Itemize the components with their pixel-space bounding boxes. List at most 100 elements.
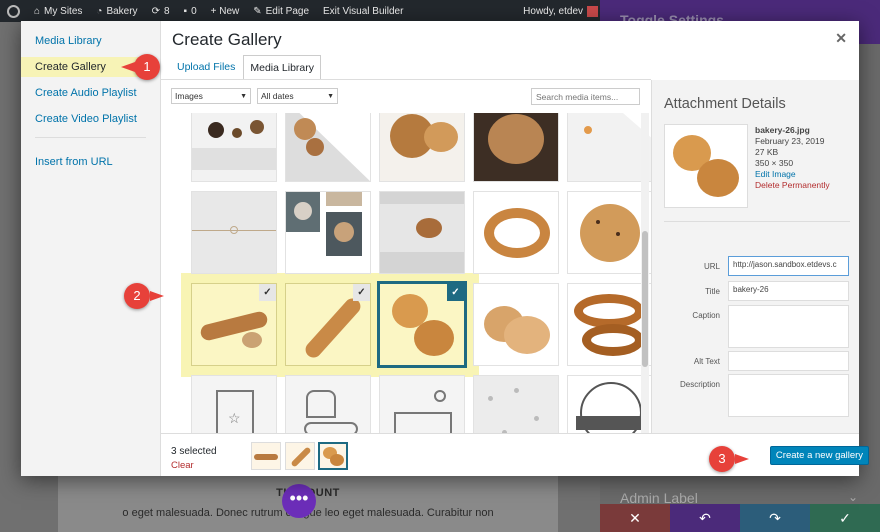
attachment-thumbnail[interactable] — [191, 191, 277, 274]
attachment-filters: Images ▼ All dates ▼ — [171, 88, 338, 104]
more-options-button[interactable]: ••• — [282, 484, 316, 518]
date-filter[interactable]: All dates ▼ — [257, 88, 338, 104]
selection-count: 3 selected — [171, 446, 217, 457]
description-field[interactable] — [728, 374, 849, 417]
details-separator — [664, 221, 850, 222]
menu-item-create-audio-playlist[interactable]: Create Audio Playlist — [21, 83, 160, 103]
updates-menu[interactable]: ⟳ 8 — [145, 0, 177, 22]
pencil-icon: ✎ — [253, 5, 262, 17]
attachment-thumbnail[interactable] — [567, 113, 651, 182]
url-label: URL — [703, 262, 720, 271]
attachment-thumbnail[interactable] — [567, 375, 651, 433]
undo-button[interactable]: ↶ — [670, 504, 740, 532]
updates-icon: ⟳ — [151, 5, 160, 17]
attachment-thumbnail[interactable]: ☆ — [191, 375, 277, 433]
attachment-thumbnail[interactable] — [379, 191, 465, 274]
selection-thumbnail[interactable] — [251, 442, 281, 470]
account-menu[interactable]: Howdy, etdev — [523, 5, 598, 17]
checkmark-icon[interactable]: ✓ — [353, 284, 370, 301]
chevron-down-icon: ⌄ — [847, 490, 858, 504]
attachment-thumbnail[interactable] — [567, 191, 651, 274]
undo-icon: ↶ — [699, 510, 711, 526]
settings-action-bar: ✕ ↶ ↷ ✓ — [600, 504, 880, 532]
attachment-thumbnail-selected[interactable]: ✓ — [377, 281, 467, 368]
attachment-thumbnail-selected[interactable]: ✓ — [191, 283, 277, 366]
close-icon: ✕ — [629, 510, 641, 526]
wordpress-icon — [7, 4, 20, 18]
dropdown-arrow-icon: ▼ — [327, 92, 334, 100]
checkmark-icon[interactable]: ✓ — [259, 284, 276, 301]
close-icon[interactable]: ✕ — [835, 30, 847, 47]
edit-image-link[interactable]: Edit Image — [755, 169, 830, 180]
selection-thumbnail[interactable] — [285, 442, 315, 470]
comments-menu[interactable]: ▪ 0 — [177, 0, 204, 22]
attachment-thumbnail[interactable] — [473, 375, 559, 433]
url-field[interactable]: http://jason.sandbox.etdevs.c — [728, 256, 849, 276]
site-name-menu[interactable]: ◔ Bakery — [89, 0, 144, 22]
new-content-menu[interactable]: + New — [204, 0, 247, 22]
attachment-thumbnail[interactable] — [285, 113, 371, 182]
tab-upload-files[interactable]: Upload Files — [171, 55, 241, 80]
home-icon: ⌂ — [34, 5, 41, 17]
attachment-thumbnail[interactable] — [285, 375, 371, 433]
checkmark-icon[interactable]: ✓ — [447, 284, 464, 301]
attachment-thumbnail[interactable] — [285, 191, 371, 274]
details-dimensions: 350 × 350 — [755, 158, 794, 168]
details-meta: bakery-26.jpg February 23, 2019 27 KB 35… — [755, 125, 830, 191]
search-input[interactable] — [531, 88, 640, 105]
exit-builder-link[interactable]: Exit Visual Builder — [316, 0, 410, 22]
details-filesize: 27 KB — [755, 147, 779, 157]
selection-thumbnail-active[interactable] — [318, 442, 348, 470]
attachment-thumbnail[interactable] — [473, 283, 559, 366]
attachment-thumbnail[interactable] — [473, 113, 559, 182]
scrollbar-thumb[interactable] — [642, 231, 648, 367]
media-modal: Media Library Create Gallery Create Audi… — [21, 21, 869, 476]
delete-permanently-link[interactable]: Delete Permanently — [755, 180, 830, 191]
attachment-thumbnail[interactable] — [379, 113, 465, 182]
details-date: February 23, 2019 — [755, 136, 825, 146]
menu-item-insert-from-url[interactable]: Insert from URL — [21, 152, 160, 172]
redo-icon: ↷ — [769, 510, 781, 526]
attachment-thumbnail[interactable] — [567, 283, 651, 366]
title-field[interactable]: bakery-26 — [728, 281, 849, 301]
check-icon: ✓ — [839, 510, 851, 526]
menu-item-media-library[interactable]: Media Library — [21, 31, 160, 51]
my-sites-menu[interactable]: ⌂ My Sites — [27, 0, 89, 22]
alt-text-label: Alt Text — [693, 357, 720, 366]
title-label: Title — [705, 287, 720, 296]
callout-pointer — [121, 62, 135, 72]
menu-separator — [35, 137, 146, 138]
details-thumbnail — [664, 124, 748, 208]
attachments-grid: ✓ ✓ ✓ ☆ — [161, 113, 651, 433]
discard-button[interactable]: ✕ — [600, 504, 670, 532]
create-gallery-button[interactable]: Create a new gallery — [770, 446, 869, 465]
details-title: Attachment Details — [664, 96, 786, 112]
modal-title: Create Gallery — [172, 30, 282, 49]
save-button[interactable]: ✓ — [810, 504, 880, 532]
clear-selection-link[interactable]: Clear — [171, 460, 194, 471]
attachment-thumbnail-selected[interactable]: ✓ — [285, 283, 371, 366]
scrollbar[interactable] — [641, 113, 649, 433]
description-label: Description — [679, 380, 720, 389]
callout-pointer — [735, 454, 749, 464]
menu-item-create-video-playlist[interactable]: Create Video Playlist — [21, 109, 160, 129]
caption-field[interactable] — [728, 305, 849, 348]
media-toolbar: 3 selected Clear Create a new gallery — [161, 433, 869, 476]
wordpress-logo[interactable] — [0, 0, 27, 22]
callout-marker: 3 — [709, 446, 735, 472]
media-menu: Media Library Create Gallery Create Audi… — [21, 21, 161, 476]
avatar — [587, 5, 598, 17]
attachment-thumbnail[interactable] — [473, 191, 559, 274]
caption-label: Caption — [692, 311, 720, 320]
attachment-thumbnail[interactable] — [379, 375, 465, 433]
callout-pointer — [150, 291, 164, 301]
tab-media-library[interactable]: Media Library — [243, 55, 321, 80]
details-filename: bakery-26.jpg — [755, 125, 810, 135]
comment-icon: ▪ — [183, 5, 188, 17]
media-type-filter[interactable]: Images ▼ — [171, 88, 251, 104]
attachment-thumbnail[interactable] — [191, 113, 277, 182]
redo-button[interactable]: ↷ — [740, 504, 810, 532]
callout-marker: 1 — [134, 54, 160, 80]
edit-page-link[interactable]: ✎ Edit Page — [246, 0, 316, 22]
alt-text-field[interactable] — [728, 351, 849, 371]
